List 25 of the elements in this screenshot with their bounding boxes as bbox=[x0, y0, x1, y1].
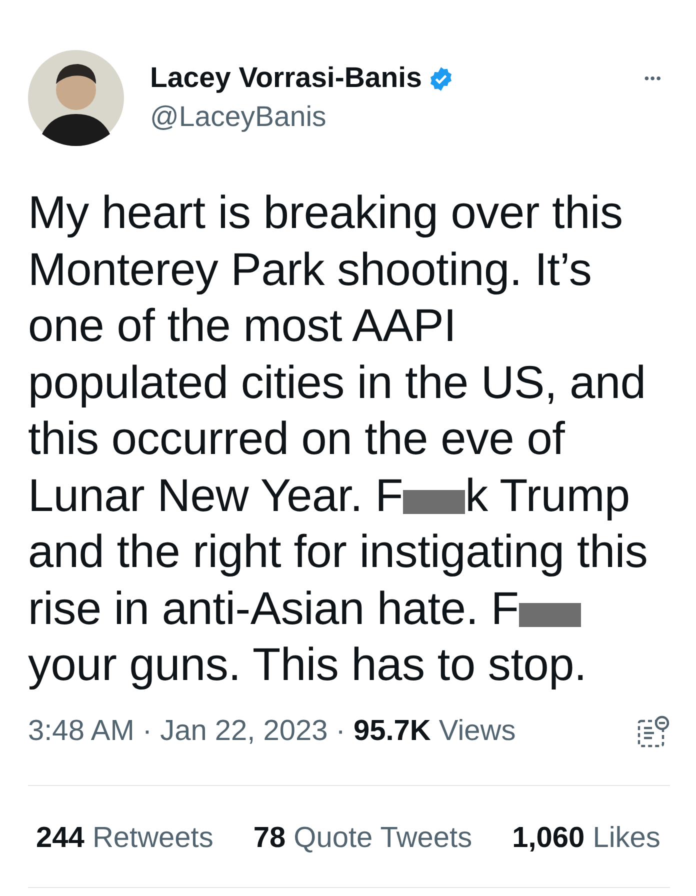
tweet-text: and the right for instigating this bbox=[28, 524, 648, 579]
tweet-time[interactable]: 3:48 AM bbox=[28, 715, 134, 748]
tweet-text: your guns. This has to stop. bbox=[28, 637, 587, 692]
tweet-text: populated cities in the US, and bbox=[28, 354, 646, 410]
tweet-text: k Trump bbox=[465, 468, 630, 522]
tweet-text: Lunar New Year. F bbox=[28, 468, 404, 522]
more-button[interactable]: ••• bbox=[644, 70, 662, 86]
stat-link[interactable]: 78 Quote Tweets bbox=[253, 822, 472, 854]
redaction-bar bbox=[403, 490, 466, 514]
tweet-text: Monterey Park shooting. It’s bbox=[28, 242, 592, 296]
tweet-text: My heart is breaking over this bbox=[28, 185, 623, 240]
stat-link[interactable]: 1,060 Likes bbox=[512, 822, 660, 854]
tweet-date[interactable]: Jan 22, 2023 bbox=[160, 715, 328, 748]
analytics-icon[interactable] bbox=[636, 714, 670, 748]
tweet-text: one of the most AAPI bbox=[28, 298, 456, 353]
stat-link[interactable]: 244 Retweets bbox=[36, 822, 214, 854]
separator-dot: · bbox=[142, 715, 152, 748]
tweet-text: this occurred on the eve of bbox=[28, 411, 565, 466]
avatar[interactable] bbox=[28, 50, 124, 146]
separator-dot: · bbox=[336, 715, 346, 748]
tweet-text: rise in anti-Asian hate. F bbox=[28, 580, 519, 636]
view-count[interactable]: 95.7K Views bbox=[353, 715, 516, 748]
author-name[interactable]: Lacey Vorrasi-Banis bbox=[150, 62, 422, 95]
author-handle[interactable]: @LaceyBanis bbox=[150, 101, 618, 134]
redaction-bar bbox=[518, 602, 581, 627]
